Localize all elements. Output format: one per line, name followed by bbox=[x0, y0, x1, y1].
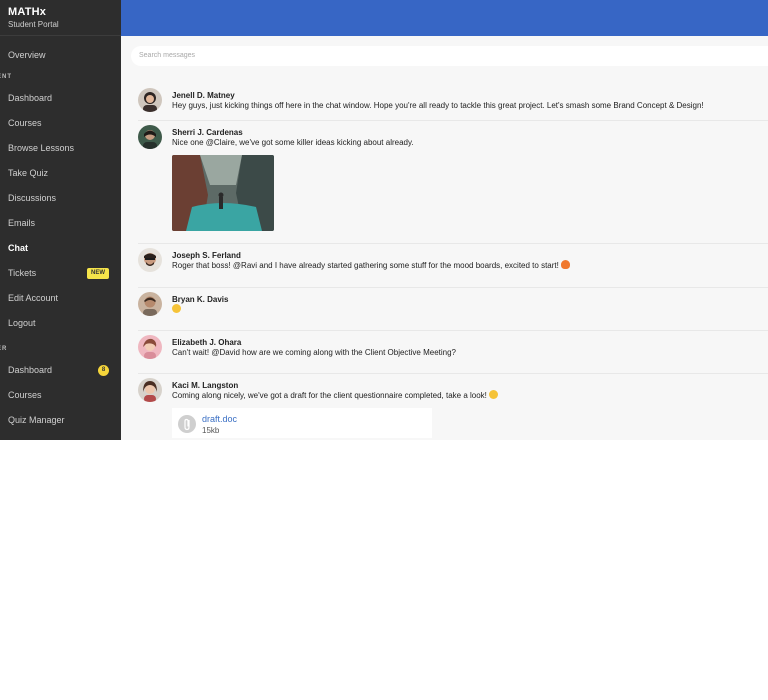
paperclip-icon bbox=[178, 415, 196, 433]
sidebar-item-dashboard[interactable]: Dashboard bbox=[0, 86, 121, 111]
message-author: Jenell D. Matney bbox=[172, 91, 235, 100]
section-heading-student: ENT bbox=[0, 74, 12, 80]
avatar-image bbox=[138, 292, 162, 316]
avatar-image bbox=[138, 248, 162, 272]
sidebar-item-instructor-courses[interactable]: Courses bbox=[0, 383, 121, 408]
sidebar-item-label: Emails bbox=[8, 218, 36, 228]
sidebar-item-tickets[interactable]: Tickets NEW bbox=[0, 261, 121, 286]
message-text: Hey guys, just kicking things off here i… bbox=[172, 101, 704, 110]
message-text: Can't wait! @David how are we coming alo… bbox=[172, 348, 457, 357]
section-heading-instructor: ER bbox=[0, 346, 8, 352]
sidebar-item-logout[interactable]: Logout bbox=[0, 311, 121, 336]
sidebar-item-label: Browse Lessons bbox=[8, 143, 75, 153]
sidebar-item-label: Dashboard bbox=[8, 365, 53, 375]
sidebar-item-chat[interactable]: Chat bbox=[0, 236, 121, 261]
sidebar-item-instructor-dashboard[interactable]: Dashboard 8 bbox=[0, 358, 121, 383]
brand-subtitle: Student Portal bbox=[8, 20, 59, 29]
avatar[interactable] bbox=[138, 378, 162, 402]
sunglasses-emoji-icon bbox=[488, 390, 498, 399]
sidebar-item-overview[interactable]: Overview bbox=[0, 36, 121, 68]
shared-photo[interactable] bbox=[172, 155, 274, 231]
sidebar-item-discussions[interactable]: Discussions bbox=[0, 186, 121, 211]
message-item: Sherri J. Cardenas Nice one @Claire, we'… bbox=[138, 121, 768, 244]
avatar[interactable] bbox=[138, 125, 162, 149]
new-badge: NEW bbox=[87, 268, 109, 279]
sidebar-item-label: Discussions bbox=[8, 193, 57, 203]
sidebar-item-quiz-manager[interactable]: Quiz Manager bbox=[0, 408, 121, 433]
sidebar-item-take-quiz[interactable]: Take Quiz bbox=[0, 161, 121, 186]
avatar-image bbox=[138, 335, 162, 359]
sidebar-item-label: Chat bbox=[8, 243, 28, 253]
sidebar: MATHx Student Portal Overview ENT Dashbo… bbox=[0, 0, 121, 440]
search-input[interactable]: Search messages bbox=[131, 46, 768, 66]
avatar[interactable] bbox=[138, 292, 162, 316]
file-attachment[interactable]: draft.doc 15kb bbox=[172, 408, 432, 438]
fire-emoji-icon bbox=[560, 260, 570, 269]
message-item: Elizabeth J. Ohara Can't wait! @David ho… bbox=[138, 331, 768, 374]
message-author: Bryan K. Davis bbox=[172, 295, 229, 304]
attachment-size: 15kb bbox=[202, 426, 220, 435]
message-text bbox=[172, 304, 768, 316]
message-author: Sherri J. Cardenas bbox=[172, 128, 243, 137]
message-author: Kaci M. Langston bbox=[172, 381, 239, 390]
avatar-image bbox=[138, 378, 162, 402]
message-item: Bryan K. Davis bbox=[138, 288, 768, 331]
message-text-content: Coming along nicely, we've got a draft f… bbox=[172, 391, 487, 400]
sidebar-item-label: Logout bbox=[8, 318, 36, 328]
message-author: Elizabeth J. Ohara bbox=[172, 338, 242, 347]
sidebar-item-label: Courses bbox=[8, 118, 42, 128]
message-text: Roger that boss! @Ravi and I have alread… bbox=[172, 260, 768, 272]
avatar[interactable] bbox=[138, 248, 162, 272]
brand[interactable]: MATHx Student Portal bbox=[0, 0, 121, 36]
sidebar-item-courses[interactable]: Courses bbox=[0, 111, 121, 136]
top-bar bbox=[121, 0, 768, 36]
message-list: Jenell D. Matney Hey guys, just kicking … bbox=[138, 84, 768, 440]
avatar[interactable] bbox=[138, 88, 162, 112]
avatar[interactable] bbox=[138, 335, 162, 359]
avatar-image bbox=[138, 88, 162, 112]
message-item: Kaci M. Langston Coming along nicely, we… bbox=[138, 374, 768, 440]
message-item: Jenell D. Matney Hey guys, just kicking … bbox=[138, 84, 768, 121]
app-window: MATHx Student Portal Overview ENT Dashbo… bbox=[0, 0, 768, 440]
message-text-content: Roger that boss! @Ravi and I have alread… bbox=[172, 261, 559, 270]
sidebar-item-label: Dashboard bbox=[8, 93, 53, 103]
attachment-name-link[interactable]: draft.doc bbox=[202, 414, 237, 424]
sidebar-item-label: Take Quiz bbox=[8, 168, 49, 178]
sidebar-item-label: Edit Account bbox=[8, 293, 59, 303]
message-item: Joseph S. Ferland Roger that boss! @Ravi… bbox=[138, 244, 768, 288]
sidebar-item-browse-lessons[interactable]: Browse Lessons bbox=[0, 136, 121, 161]
canyon-photo-image bbox=[172, 155, 274, 231]
message-text: Nice one @Claire, we've got some killer … bbox=[172, 138, 414, 147]
sidebar-item-emails[interactable]: Emails bbox=[0, 211, 121, 236]
wink-emoji-icon bbox=[172, 304, 181, 313]
count-badge: 8 bbox=[98, 365, 109, 376]
message-author: Joseph S. Ferland bbox=[172, 251, 241, 260]
avatar-image bbox=[138, 125, 162, 149]
chat-main: Search messages Jenell D. Matney Hey guy… bbox=[121, 36, 768, 440]
sidebar-item-label: Courses bbox=[8, 390, 42, 400]
sidebar-item-label: Tickets bbox=[8, 268, 37, 278]
brand-name: MATHx bbox=[8, 6, 47, 18]
sidebar-item-edit-account[interactable]: Edit Account bbox=[0, 286, 121, 311]
sidebar-item-label: Quiz Manager bbox=[8, 415, 65, 425]
message-text: Coming along nicely, we've got a draft f… bbox=[172, 390, 768, 402]
